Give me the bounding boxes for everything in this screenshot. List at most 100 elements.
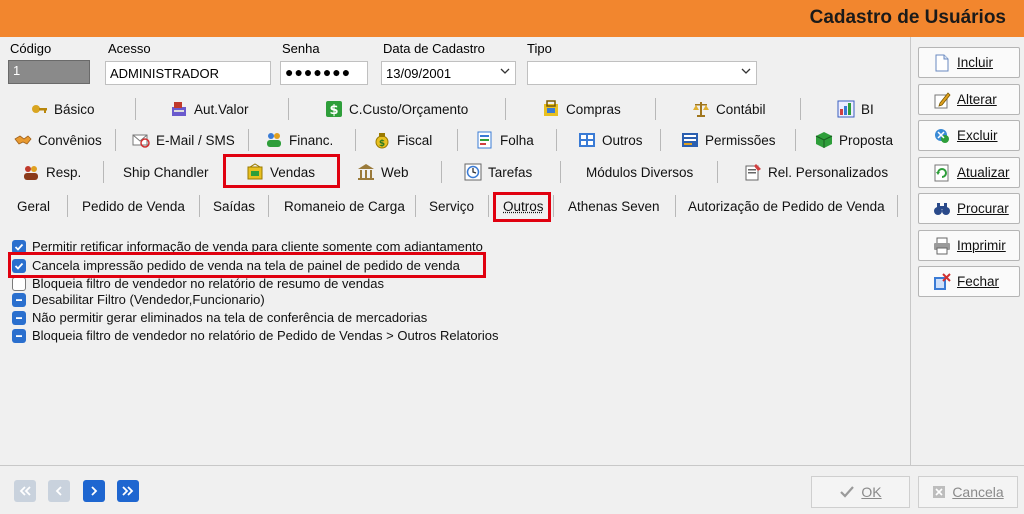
data-cadastro-label: Data de Cadastro: [383, 41, 485, 56]
option-bloqueia-filtro-resumo[interactable]: Bloqueia filtro de vendedor no relatório…: [12, 275, 384, 292]
button-label: Alterar: [957, 92, 997, 107]
tab-outros[interactable]: Outros: [578, 125, 643, 155]
tab-separator: [505, 98, 506, 120]
subtab-outros[interactable]: Outros: [503, 191, 544, 221]
button-label: Imprimir: [957, 238, 1006, 253]
tipo-label: Tipo: [527, 41, 552, 56]
tab-aut-valor[interactable]: Aut.Valor: [170, 94, 249, 124]
excluir-button[interactable]: Excluir: [918, 120, 1020, 151]
option-desabilitar-filtro[interactable]: Desabilitar Filtro (Vendedor,Funcionario…: [12, 291, 265, 308]
tab-email-sms[interactable]: E-Mail / SMS: [132, 125, 235, 155]
cancela-button[interactable]: Cancela: [918, 476, 1018, 508]
tab-separator: [655, 98, 656, 120]
tab-modulos-diversos[interactable]: Módulos Diversos: [586, 157, 693, 187]
tab-label: Autorização de Pedido de Venda: [688, 198, 885, 214]
acesso-field[interactable]: ADMINISTRADOR: [105, 61, 271, 85]
checkbox-indeterminate-icon[interactable]: [12, 328, 26, 343]
tab-bi[interactable]: BI: [837, 94, 874, 124]
tab-separator: [560, 161, 561, 183]
incluir-button[interactable]: Incluir: [918, 47, 1020, 78]
tab-financ[interactable]: Financ.: [265, 125, 333, 155]
exit-icon: [933, 272, 951, 291]
subtab-geral[interactable]: Geral: [17, 191, 50, 221]
checkbox-checked-icon[interactable]: [12, 239, 26, 254]
subtab-pedido-de-venda[interactable]: Pedido de Venda: [82, 191, 185, 221]
fechar-button[interactable]: Fechar: [918, 266, 1020, 297]
tab-separator: [67, 195, 68, 217]
tab-folha[interactable]: Folha: [476, 125, 534, 155]
first-record-button[interactable]: [14, 480, 36, 502]
tab-fiscal[interactable]: $ Fiscal: [373, 125, 432, 155]
tab-contabil[interactable]: Contábil: [692, 94, 766, 124]
tab-label: E-Mail / SMS: [156, 132, 235, 148]
option-bloqueia-filtro-pedido[interactable]: Bloqueia filtro de vendedor no relatório…: [12, 327, 499, 344]
tab-separator: [717, 161, 718, 183]
checkbox-checked-icon[interactable]: [12, 258, 26, 273]
delete-icon: [933, 127, 951, 145]
key-icon: [30, 100, 48, 118]
subtab-autorizacao[interactable]: Autorização de Pedido de Venda: [688, 191, 885, 221]
tab-label: C.Custo/Orçamento: [349, 101, 469, 117]
checkbox-indeterminate-icon[interactable]: [12, 310, 26, 325]
button-label: Procurar: [957, 201, 1009, 216]
senha-field[interactable]: ●●●●●●●: [280, 61, 368, 85]
checkbox-indeterminate-icon[interactable]: [12, 292, 26, 307]
tab-convenios[interactable]: Convênios: [14, 125, 102, 155]
subtab-servico[interactable]: Serviço: [429, 191, 474, 221]
checkbox-unchecked-icon[interactable]: [12, 276, 26, 291]
subtab-row: Geral Pedido de Venda Saídas Romaneio de…: [0, 191, 910, 221]
tab-ship-chandler[interactable]: Ship Chandler: [123, 157, 209, 187]
tipo-field[interactable]: [527, 61, 757, 85]
codigo-field[interactable]: 1: [8, 60, 90, 84]
tab-tarefas[interactable]: Tarefas: [464, 157, 532, 187]
option-nao-permitir-eliminados[interactable]: Não permitir gerar eliminados na tela de…: [12, 309, 427, 326]
new-document-icon: [933, 54, 951, 72]
senha-value: ●●●●●●●: [285, 64, 352, 80]
atualizar-button[interactable]: Atualizar: [918, 157, 1020, 188]
tab-c-custo[interactable]: $ C.Custo/Orçamento: [325, 94, 468, 124]
chevron-down-icon[interactable]: [499, 65, 511, 77]
tab-separator: [660, 129, 661, 151]
data-cadastro-value: 13/09/2001: [386, 66, 452, 81]
next-record-button[interactable]: [83, 480, 105, 502]
tab-web[interactable]: Web: [357, 157, 409, 187]
tab-separator: [355, 129, 356, 151]
tab-vendas[interactable]: Vendas: [246, 157, 315, 187]
chart-icon: [837, 100, 855, 118]
option-label: Cancela impressão pedido de venda na tel…: [32, 258, 460, 273]
imprimir-button[interactable]: Imprimir: [918, 230, 1020, 261]
data-cadastro-field[interactable]: 13/09/2001: [381, 61, 516, 85]
ok-button[interactable]: OK: [811, 476, 910, 508]
tab-separator: [457, 129, 458, 151]
tab-rel-personalizados[interactable]: Rel. Personalizados: [744, 157, 888, 187]
tab-separator: [675, 195, 676, 217]
tab-resp[interactable]: Resp.: [22, 157, 81, 187]
building-icon: [357, 163, 375, 181]
tab-proposta[interactable]: Proposta: [815, 125, 893, 155]
option-cancela-impressao[interactable]: Cancela impressão pedido de venda na tel…: [12, 257, 460, 274]
subtab-romaneio-de-carga[interactable]: Romaneio de Carga: [284, 191, 405, 221]
alterar-button[interactable]: Alterar: [918, 84, 1020, 115]
last-record-button[interactable]: [117, 480, 139, 502]
shopping-icon: [542, 100, 560, 118]
tab-basico[interactable]: Básico: [30, 94, 95, 124]
cancel-icon: [933, 486, 946, 498]
subtab-athenas-seven[interactable]: Athenas Seven: [568, 191, 660, 221]
title-bar: Cadastro de Usuários: [0, 0, 1024, 37]
subtab-saidas[interactable]: Saídas: [213, 191, 255, 221]
sales-icon: [246, 163, 264, 181]
chevron-down-icon[interactable]: [740, 65, 752, 77]
tab-label: Fiscal: [397, 132, 433, 148]
tab-label: Aut.Valor: [194, 101, 249, 117]
option-permitir-retificar[interactable]: Permitir retificar informação de venda p…: [12, 238, 483, 255]
tab-separator: [248, 129, 249, 151]
tab-permissoes[interactable]: Permissões: [681, 125, 776, 155]
tab-compras[interactable]: Compras: [542, 94, 621, 124]
previous-record-button[interactable]: [48, 480, 70, 502]
tab-separator: [103, 161, 104, 183]
scales-icon: [692, 100, 710, 118]
tab-label: Ship Chandler: [123, 164, 209, 180]
clock-icon: [464, 163, 482, 181]
tab-label: Outros: [503, 198, 544, 214]
procurar-button[interactable]: Procurar: [918, 193, 1020, 224]
